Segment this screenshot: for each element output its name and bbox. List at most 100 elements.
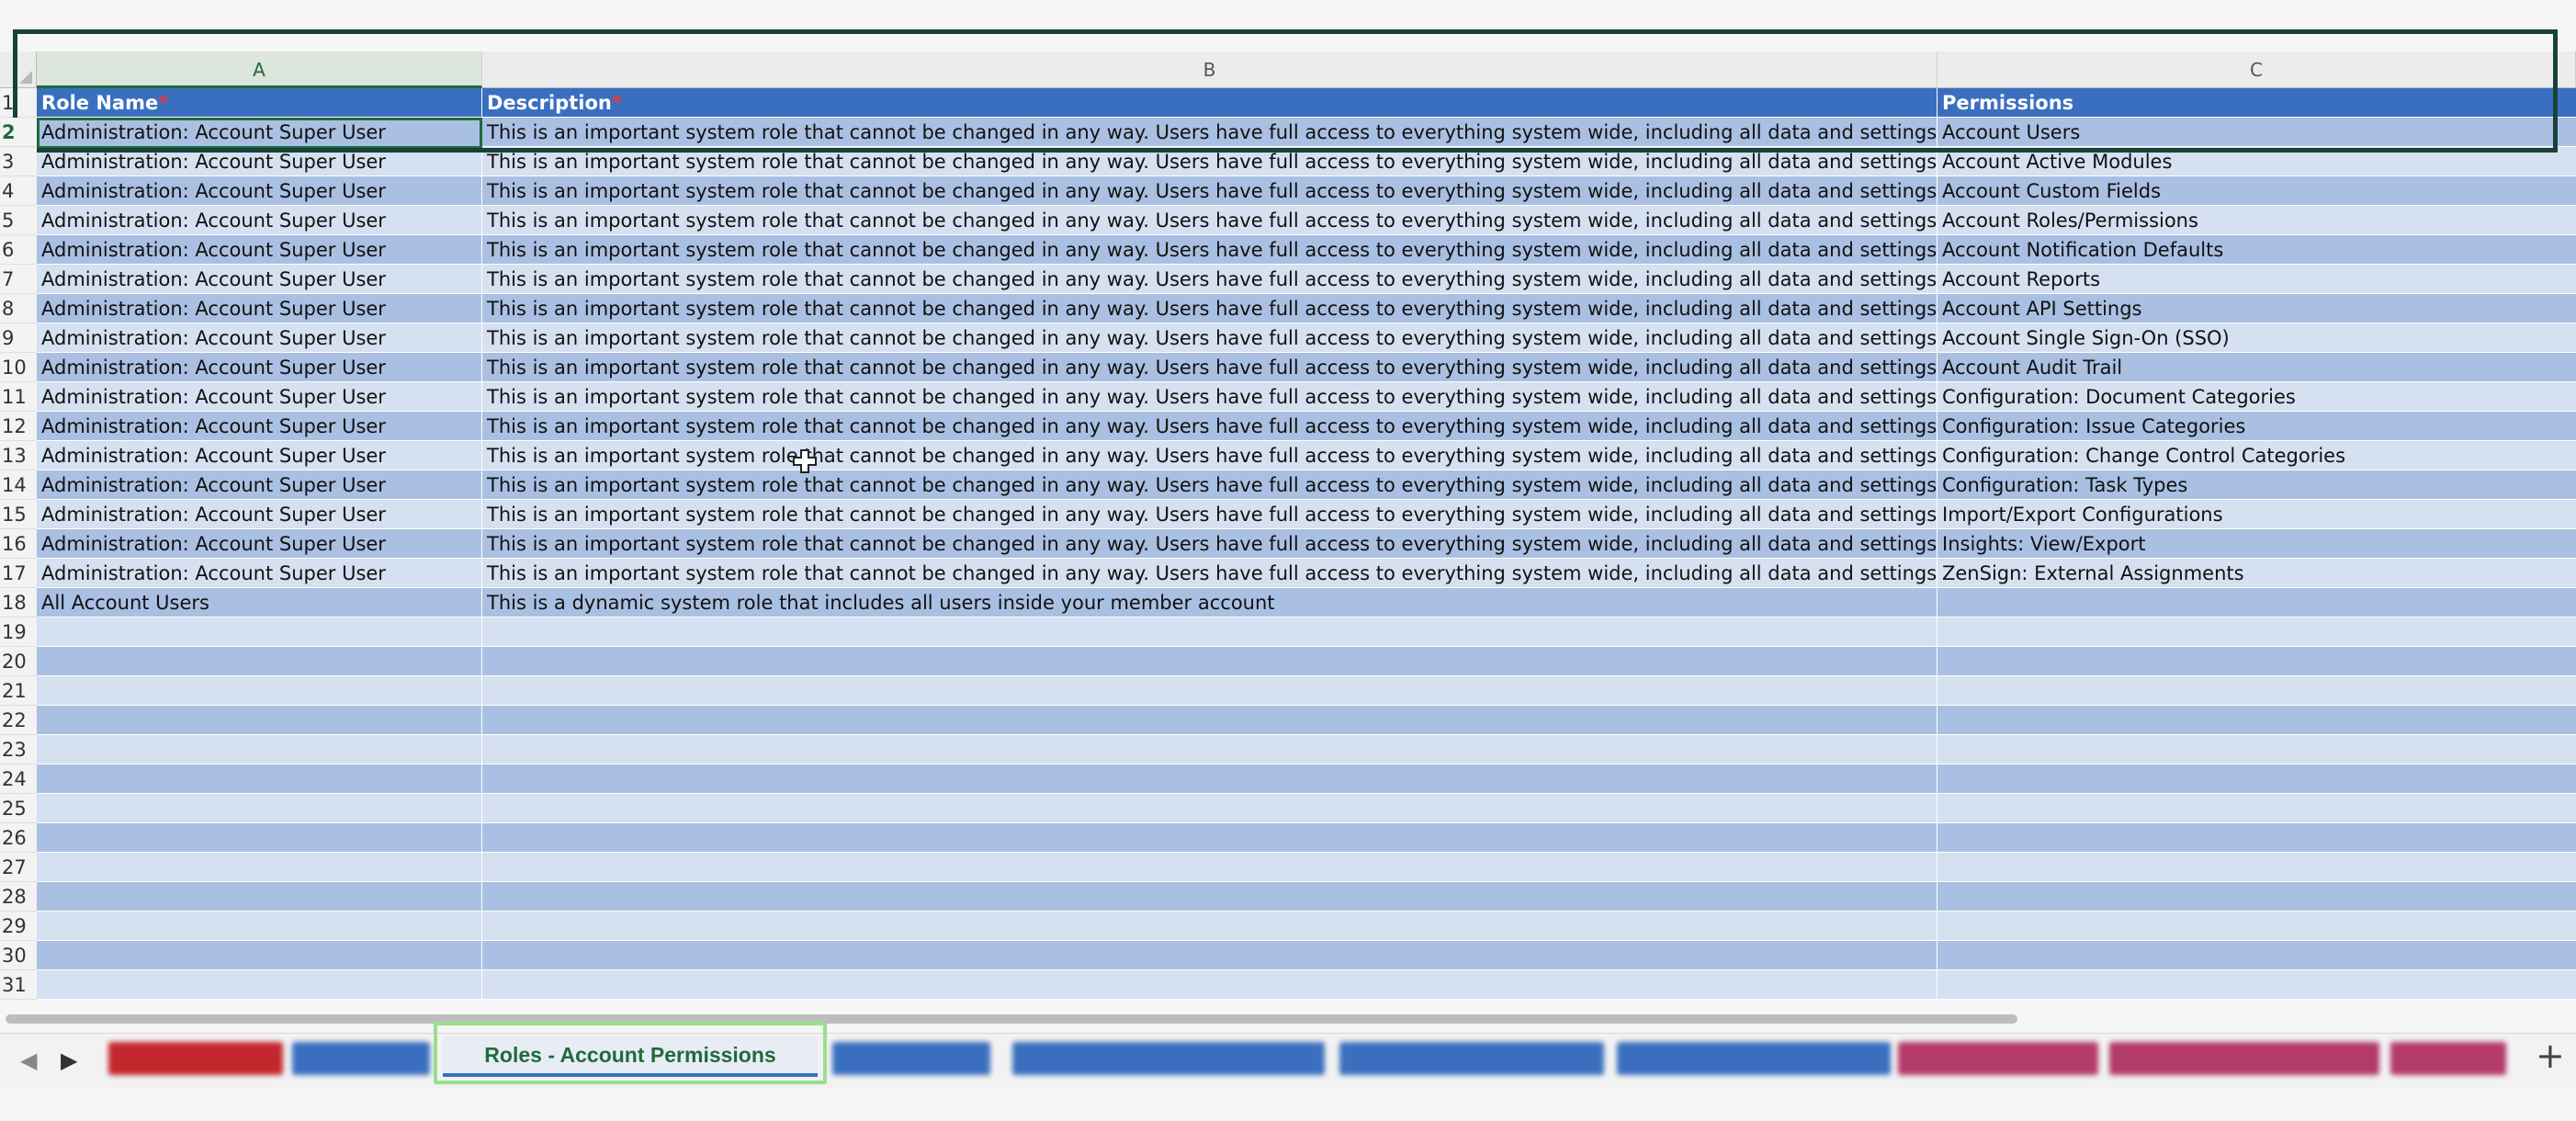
sheet-tab[interactable]: [832, 1042, 990, 1075]
cell-c[interactable]: Account Active Modules: [1938, 147, 2576, 176]
cell-c[interactable]: [1938, 853, 2576, 882]
cell-b[interactable]: This is an important system role that ca…: [482, 353, 1938, 382]
sheet-tab[interactable]: [1617, 1042, 1891, 1075]
cell-a[interactable]: [37, 735, 482, 764]
row-number[interactable]: 30: [0, 941, 37, 970]
cell-c[interactable]: [1938, 764, 2576, 794]
cell-b[interactable]: This is an important system role that ca…: [482, 206, 1938, 235]
cell-a[interactable]: [37, 912, 482, 941]
cell-a[interactable]: Administration: Account Super User: [37, 353, 482, 382]
cell-a[interactable]: Administration: Account Super User: [37, 529, 482, 559]
cell-a[interactable]: [37, 706, 482, 735]
sheet-tab[interactable]: [2109, 1042, 2379, 1075]
row-number[interactable]: 19: [0, 617, 37, 647]
cell-a[interactable]: Administration: Account Super User: [37, 176, 482, 206]
prev-sheet-icon[interactable]: ◀: [20, 1047, 37, 1073]
row-number[interactable]: 3: [0, 147, 37, 176]
cell-a[interactable]: [37, 764, 482, 794]
sheet-tab[interactable]: [108, 1042, 283, 1075]
cell-c[interactable]: Import/Export Configurations: [1938, 500, 2576, 529]
next-sheet-icon[interactable]: ▶: [61, 1047, 77, 1073]
cell-c[interactable]: [1938, 823, 2576, 853]
row-number[interactable]: 20: [0, 647, 37, 676]
cell-c[interactable]: [1938, 912, 2576, 941]
sheet-tab[interactable]: [1339, 1042, 1604, 1075]
row-number[interactable]: 13: [0, 441, 37, 470]
cell-a[interactable]: All Account Users: [37, 588, 482, 617]
cell-a[interactable]: [37, 941, 482, 970]
cell-b[interactable]: [482, 676, 1938, 706]
row-number[interactable]: 29: [0, 912, 37, 941]
cell-b[interactable]: [482, 882, 1938, 912]
cell-b[interactable]: This is an important system role that ca…: [482, 441, 1938, 470]
cell-b[interactable]: This is an important system role that ca…: [482, 382, 1938, 412]
cell-b[interactable]: [482, 970, 1938, 1000]
row-number[interactable]: 6: [0, 235, 37, 265]
row-number[interactable]: 22: [0, 706, 37, 735]
cell-b[interactable]: [482, 912, 1938, 941]
cell-a[interactable]: Administration: Account Super User: [37, 265, 482, 294]
horizontal-scroll-thumb[interactable]: [6, 1014, 2017, 1024]
cell-a[interactable]: Administration: Account Super User: [37, 323, 482, 353]
cell-a[interactable]: Administration: Account Super User: [37, 382, 482, 412]
cell-a[interactable]: [37, 882, 482, 912]
row-number[interactable]: 17: [0, 559, 37, 588]
row-number[interactable]: 9: [0, 323, 37, 353]
cell-c[interactable]: Account API Settings: [1938, 294, 2576, 323]
header-cell-role-name[interactable]: Role Name*: [37, 88, 482, 118]
row-number[interactable]: 12: [0, 412, 37, 441]
header-cell-description[interactable]: Description*: [482, 88, 1938, 118]
sheet-tab[interactable]: [1898, 1042, 2098, 1075]
cell-a[interactable]: [37, 676, 482, 706]
row-number[interactable]: 4: [0, 176, 37, 206]
cell-c[interactable]: Configuration: Document Categories: [1938, 382, 2576, 412]
cell-b[interactable]: This is an important system role that ca…: [482, 265, 1938, 294]
column-header-a[interactable]: A: [37, 51, 482, 88]
cell-c[interactable]: [1938, 647, 2576, 676]
sheet-tab[interactable]: [2390, 1042, 2506, 1075]
row-number[interactable]: 18: [0, 588, 37, 617]
cell-a[interactable]: [37, 823, 482, 853]
sheet-tab[interactable]: [292, 1042, 430, 1075]
cell-c[interactable]: [1938, 794, 2576, 823]
row-number[interactable]: 23: [0, 735, 37, 764]
row-number[interactable]: 21: [0, 676, 37, 706]
row-number[interactable]: 31: [0, 970, 37, 1000]
row-number[interactable]: 14: [0, 470, 37, 500]
cell-c[interactable]: Account Single Sign-On (SSO): [1938, 323, 2576, 353]
cell-b[interactable]: This is an important system role that ca…: [482, 118, 1938, 147]
cell-c[interactable]: [1938, 676, 2576, 706]
cell-b[interactable]: [482, 853, 1938, 882]
cell-b[interactable]: [482, 706, 1938, 735]
cell-a[interactable]: Administration: Account Super User: [37, 500, 482, 529]
cell-b[interactable]: This is an important system role that ca…: [482, 176, 1938, 206]
sheet-tab-roles-account-permissions[interactable]: Roles - Account Permissions: [443, 1036, 818, 1077]
add-sheet-icon[interactable]: +: [2536, 1033, 2565, 1079]
row-number[interactable]: 26: [0, 823, 37, 853]
cell-b[interactable]: This is an important system role that ca…: [482, 235, 1938, 265]
row-number[interactable]: 7: [0, 265, 37, 294]
cell-c[interactable]: Account Roles/Permissions: [1938, 206, 2576, 235]
cell-a[interactable]: [37, 853, 482, 882]
cell-a[interactable]: Administration: Account Super User: [37, 118, 482, 147]
cell-c[interactable]: [1938, 588, 2576, 617]
column-header-c[interactable]: C: [1938, 51, 2576, 88]
cell-b[interactable]: This is an important system role that ca…: [482, 147, 1938, 176]
row-number[interactable]: 27: [0, 853, 37, 882]
cell-a[interactable]: Administration: Account Super User: [37, 412, 482, 441]
row-number[interactable]: 10: [0, 353, 37, 382]
row-number[interactable]: 16: [0, 529, 37, 559]
cell-c[interactable]: Account Reports: [1938, 265, 2576, 294]
cell-a[interactable]: [37, 970, 482, 1000]
cell-b[interactable]: [482, 764, 1938, 794]
cell-b[interactable]: [482, 823, 1938, 853]
cell-a[interactable]: Administration: Account Super User: [37, 441, 482, 470]
cell-a[interactable]: [37, 647, 482, 676]
cell-c[interactable]: Account Audit Trail: [1938, 353, 2576, 382]
select-all-corner[interactable]: [0, 51, 37, 88]
cell-b[interactable]: This is an important system role that ca…: [482, 559, 1938, 588]
cell-b[interactable]: [482, 617, 1938, 647]
cell-c[interactable]: Account Users: [1938, 118, 2576, 147]
cell-a[interactable]: Administration: Account Super User: [37, 559, 482, 588]
cell-c[interactable]: [1938, 970, 2576, 1000]
